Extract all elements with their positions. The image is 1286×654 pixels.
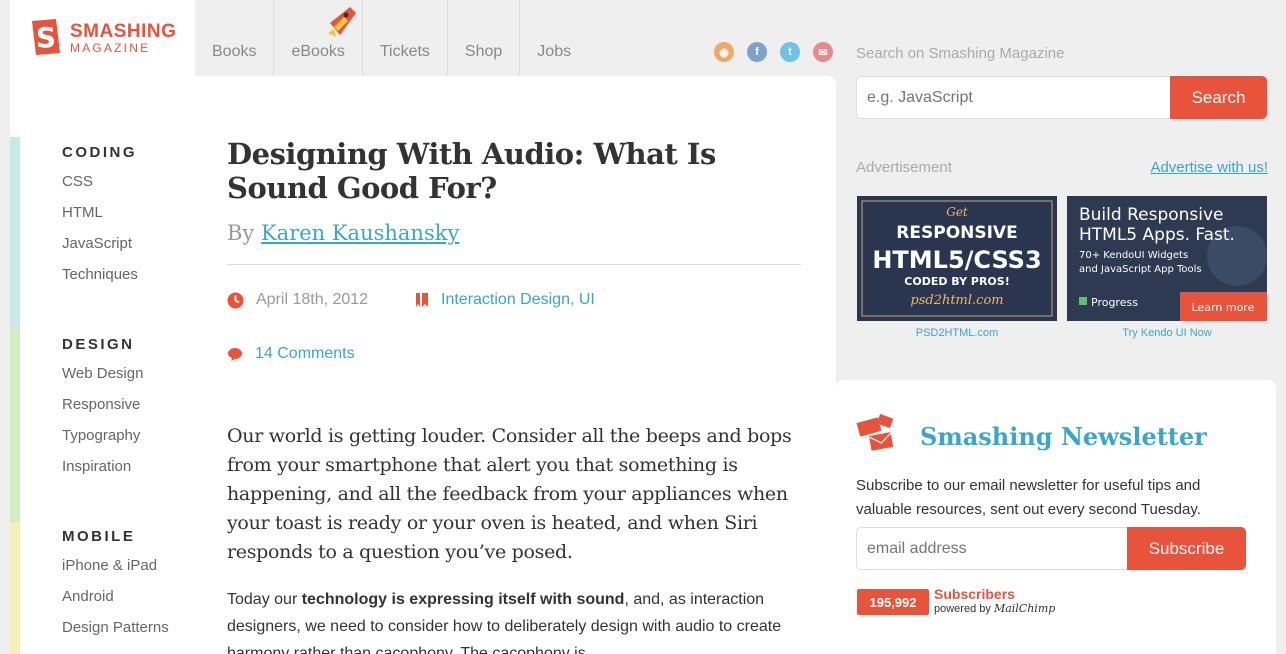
category-title: CODING <box>62 144 137 161</box>
ad2-cta: Learn more <box>1192 301 1255 314</box>
category-link[interactable]: Design Patterns <box>62 619 169 650</box>
category-link[interactable]: HTML <box>62 204 138 235</box>
logo-line2: MAGAZINE <box>70 41 151 55</box>
article-comments: 14 Comments <box>227 345 355 363</box>
smashing-s-logo-icon: S <box>32 19 60 55</box>
clock-icon <box>227 292 244 308</box>
ad1-line5: psd2html.com <box>910 293 1003 308</box>
date-text: April 18th, 2012 <box>256 291 369 308</box>
coding-color-bar <box>10 137 20 329</box>
article-paragraph: Today our technology is expressing itsel… <box>227 586 805 654</box>
mailchimp-logo: MailChimp <box>993 602 1056 615</box>
ad1-caption[interactable]: PSD2HTML.com <box>857 327 1057 339</box>
category-link[interactable]: Android <box>62 588 169 619</box>
subscribe-button[interactable]: Subscribe <box>1127 527 1246 570</box>
subscriber-label: Subscribers <box>934 586 1015 602</box>
advertise-link[interactable]: Advertise with us! <box>1150 159 1268 176</box>
ad1-graphic: Get RESPONSIVE HTML5/CSS3 CODED BY PROS!… <box>861 200 1053 317</box>
subscriber-count: 195,992 <box>857 589 929 615</box>
ad-banner-kendo[interactable]: Build Responsive HTML5 Apps. Fast. 70+ K… <box>1067 196 1267 321</box>
design-color-bar <box>10 329 20 522</box>
ad2-line2: HTML5 Apps. Fast. <box>1079 225 1235 245</box>
category-design: DESIGN Web Design Responsive Typography … <box>62 336 143 489</box>
email-field[interactable] <box>856 527 1129 570</box>
ad2-brand: Progress <box>1091 296 1138 309</box>
facebook-icon[interactable]: f <box>747 42 767 62</box>
social-links: ◉ f t ✉ <box>714 42 833 62</box>
search-input[interactable] <box>856 76 1172 119</box>
article-tags: Interaction Design, UI <box>415 291 595 309</box>
ad-label: Advertisement <box>856 159 952 176</box>
nav-tickets[interactable]: Tickets <box>363 0 448 76</box>
nav-shop[interactable]: Shop <box>448 0 521 76</box>
article-date: April 18th, 2012 <box>227 291 368 309</box>
envelope-icon <box>856 414 894 451</box>
author-link[interactable]: Karen Kaushansky <box>261 221 459 245</box>
ad2-caption[interactable]: Try Kendo UI Now <box>1067 327 1267 339</box>
divider <box>227 264 801 265</box>
ad1-line3: HTML5/CSS3 <box>872 246 1041 274</box>
article-title: Designing With Audio: What Is Sound Good… <box>227 137 716 205</box>
comments-link[interactable]: 14 Comments <box>255 345 355 363</box>
mascot-icon <box>328 7 356 37</box>
bookmark-icon <box>416 293 428 307</box>
category-title: DESIGN <box>62 336 135 353</box>
ad2-graphic: Build Responsive HTML5 Apps. Fast. 70+ K… <box>1067 196 1267 321</box>
article-byline: By Karen Kaushansky <box>227 221 459 245</box>
rss-icon[interactable]: ◉ <box>714 42 734 62</box>
category-mobile: MOBILE iPhone & iPad Android Design Patt… <box>62 528 169 650</box>
svg-text:S: S <box>36 21 56 54</box>
category-link[interactable]: Inspiration <box>62 458 143 489</box>
byline-by: By <box>227 221 255 245</box>
tags-link[interactable]: Interaction Design, UI <box>441 291 595 309</box>
ad-banner-psd2html[interactable]: Get RESPONSIVE HTML5/CSS3 CODED BY PROS!… <box>857 196 1057 321</box>
category-title: MOBILE <box>62 528 136 545</box>
twitter-icon[interactable]: t <box>780 42 800 62</box>
category-link[interactable]: Responsive <box>62 396 143 427</box>
ad1-line2: RESPONSIVE <box>896 223 1017 243</box>
ad2-line3: 70+ KendoUI Widgets <box>1079 250 1188 261</box>
search-button[interactable]: Search <box>1170 76 1267 119</box>
para-start: Today our <box>227 591 302 608</box>
category-link[interactable]: JavaScript <box>62 235 138 266</box>
site-logo[interactable]: S SMASHING MAGAZINE <box>26 17 176 57</box>
newsletter-title: Smashing Newsletter <box>920 422 1207 451</box>
ad1-line4: CODED BY PROS! <box>904 275 1009 288</box>
main-nav: Books eBooks Tickets Shop Jobs <box>195 0 588 76</box>
search-label: Search on Smashing Magazine <box>856 45 1065 62</box>
category-link[interactable]: CSS <box>62 173 138 204</box>
newsletter-desc: Subscribe to our email newsletter for us… <box>856 477 1201 518</box>
category-link[interactable]: iPhone & iPad <box>62 557 169 588</box>
nav-books[interactable]: Books <box>195 0 275 76</box>
category-coding: CODING CSS HTML JavaScript Techniques <box>62 144 138 297</box>
category-link[interactable]: Techniques <box>62 266 138 297</box>
ad2-line1: Build Responsive <box>1079 205 1224 225</box>
category-link[interactable]: Web Design <box>62 365 143 396</box>
ad1-line1: Get <box>946 205 968 219</box>
comment-icon <box>228 348 242 361</box>
mobile-color-bar <box>10 522 20 654</box>
article-lead: Our world is getting louder. Consider al… <box>227 425 792 563</box>
newsletter-icon[interactable]: ✉ <box>813 42 833 62</box>
powered-by: powered by MailChimp <box>934 602 1055 615</box>
ad2-line4: and JavaScript App Tools <box>1079 264 1202 275</box>
nav-jobs[interactable]: Jobs <box>520 0 588 76</box>
logo-line1: SMASHING <box>70 21 177 42</box>
para-bold: technology is expressing itself with sou… <box>301 591 625 608</box>
category-link[interactable]: Typography <box>62 427 143 458</box>
powered-text: powered by <box>934 603 991 615</box>
